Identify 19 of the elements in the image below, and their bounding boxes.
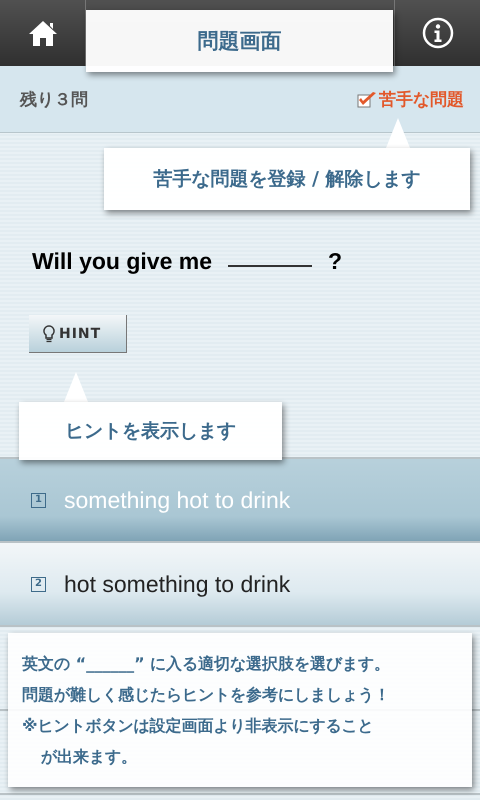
instruction-text: 英文の “______” に入る適切な選択肢を選びます。 bbox=[22, 653, 390, 675]
answer-option[interactable]: 2 hot something to drink bbox=[0, 543, 480, 627]
info-icon[interactable] bbox=[422, 17, 454, 49]
question-text: Will you give me bbox=[32, 247, 212, 275]
instruction-text: ※ヒントボタンは設定画面より非表示にすることが出来ます。 bbox=[22, 715, 375, 768]
option-text: something hot to drink bbox=[64, 486, 290, 514]
option-number: 2 bbox=[31, 576, 46, 592]
option-number: 1 bbox=[31, 492, 46, 508]
tooltip-text: ヒントを表示します bbox=[65, 419, 236, 444]
hint-button[interactable]: HINT bbox=[29, 315, 127, 353]
instruction-text: 問題が難しく感じたらヒントを参考にしましょう！ bbox=[22, 684, 390, 706]
checkbox-icon[interactable] bbox=[357, 90, 377, 108]
remaining-count: 残り３問 bbox=[20, 88, 88, 110]
home-icon[interactable] bbox=[28, 19, 58, 47]
question-mark: ? bbox=[328, 247, 342, 275]
tooltip-text: 苦手な問題を登録 / 解除します bbox=[153, 167, 421, 192]
lightbulb-icon bbox=[43, 324, 55, 342]
option-text: hot something to drink bbox=[64, 570, 290, 598]
tooltip-text: 問題画面 bbox=[198, 28, 282, 55]
